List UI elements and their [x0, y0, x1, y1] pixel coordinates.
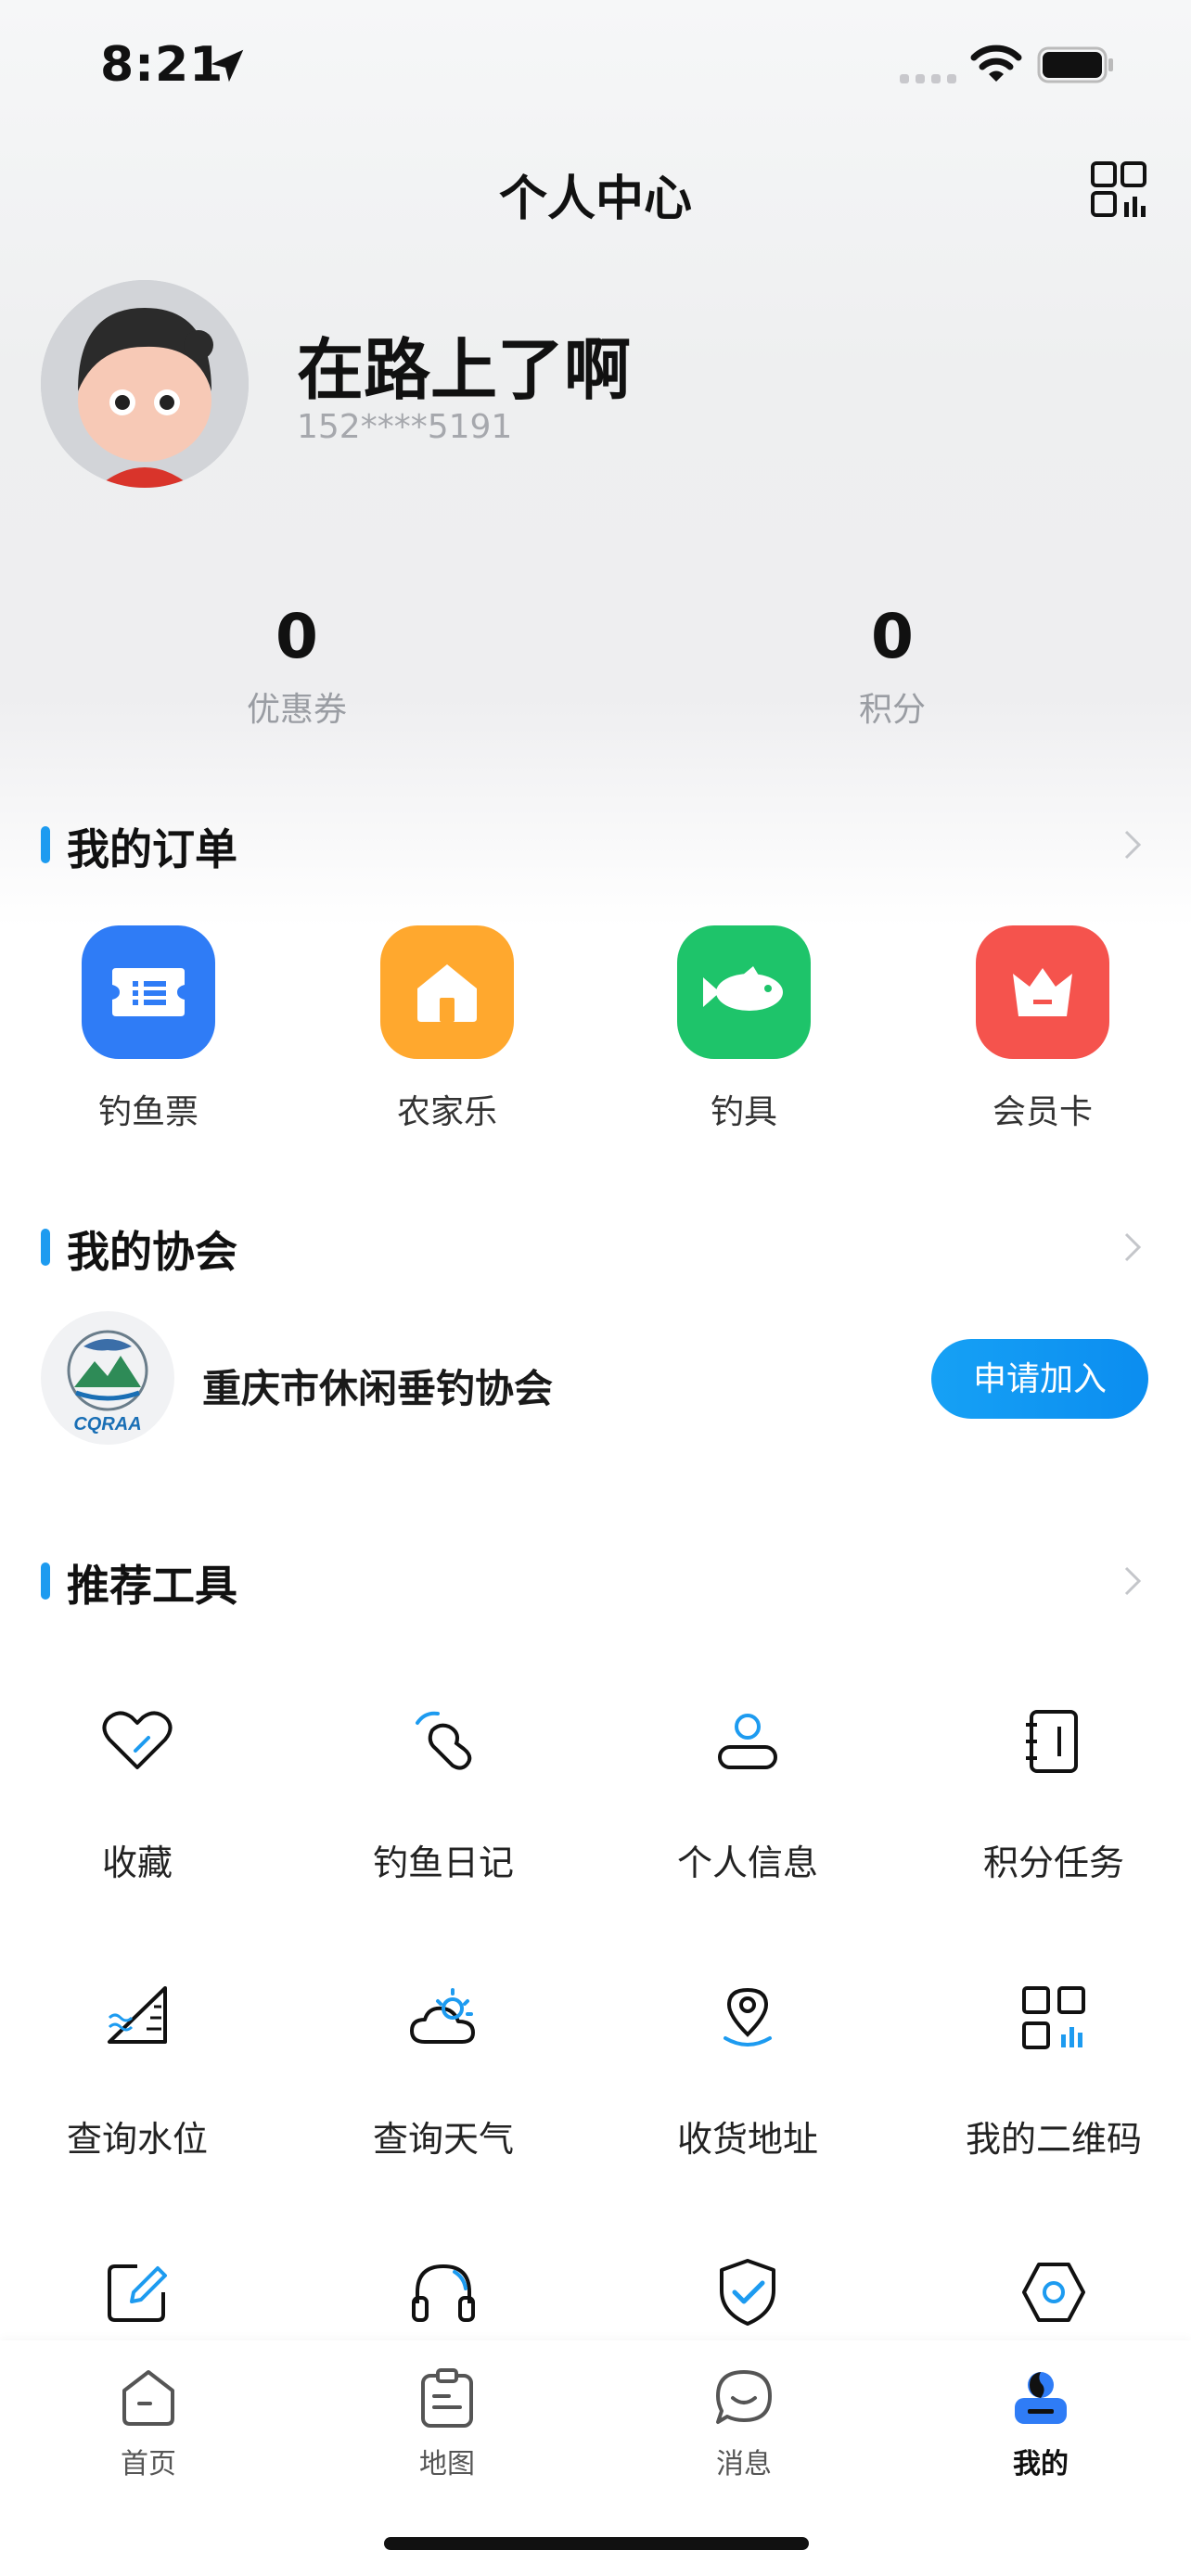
association-name: 重庆市休闲垂钓协会	[202, 1366, 554, 1411]
battery-icon	[1037, 46, 1113, 83]
weather-label: 查询天气	[372, 2119, 514, 2160]
fishing-diary-icon	[416, 1711, 472, 1770]
shield-check-icon	[720, 2259, 775, 2326]
qr-code-button[interactable]	[1091, 161, 1146, 219]
page-title: 个人中心	[498, 172, 692, 227]
username: 在路上了啊	[297, 331, 632, 409]
hexagon-settings-icon	[1022, 2263, 1085, 2322]
shipping-address-label: 收货地址	[676, 2119, 818, 2160]
coupon-count[interactable]: 0	[158, 601, 436, 672]
settings-tool[interactable]	[1017, 2255, 1091, 2333]
notebook-icon	[1026, 1710, 1078, 1773]
house-icon	[417, 964, 477, 1022]
personal-info-label: 个人信息	[676, 1843, 818, 1883]
fishing-diary-tool[interactable]	[406, 1704, 480, 1782]
points-task-label: 积分任务	[982, 1843, 1124, 1883]
points-count[interactable]: 0	[753, 601, 1031, 672]
headphones-icon	[412, 2264, 475, 2322]
section-accent-bar	[41, 1229, 50, 1266]
edit-tool[interactable]	[100, 2255, 174, 2333]
weather-tool[interactable]	[406, 1981, 480, 2059]
water-level-icon	[108, 1986, 167, 2044]
tab-map[interactable]	[416, 2366, 479, 2433]
map-icon	[421, 2368, 473, 2428]
chevron-right-icon[interactable]	[1119, 826, 1146, 863]
fishing-diary-label: 钓鱼日记	[372, 1843, 514, 1883]
tab-home[interactable]	[117, 2366, 180, 2433]
fishing-gear-label: 钓具	[710, 1093, 777, 1131]
edit-icon	[108, 2264, 167, 2322]
message-icon	[716, 2370, 772, 2424]
profile-icon	[1015, 2372, 1067, 2424]
ticket-icon	[112, 968, 185, 1016]
fishing-ticket-button[interactable]	[82, 925, 215, 1059]
user-icon	[718, 1714, 777, 1769]
farm-stay-label: 农家乐	[396, 1093, 497, 1131]
section-accent-bar	[41, 1562, 50, 1600]
orders-section-title: 我的订单	[67, 824, 237, 874]
member-card-button[interactable]	[976, 925, 1109, 1059]
tools-section-title: 推荐工具	[67, 1561, 237, 1611]
wifi-icon	[970, 45, 1022, 82]
fishing-gear-button[interactable]	[677, 925, 811, 1059]
join-association-button[interactable]: 申请加入	[931, 1339, 1148, 1419]
chevron-right-icon[interactable]	[1119, 1229, 1146, 1266]
association-section-title: 我的协会	[67, 1227, 237, 1277]
weather-icon	[410, 1988, 475, 2044]
tab-profile[interactable]	[1009, 2366, 1072, 2433]
personal-info-tool[interactable]	[711, 1704, 785, 1782]
shipping-address-tool[interactable]	[711, 1981, 785, 2059]
tab-map-label[interactable]: 地图	[354, 2441, 540, 2481]
chevron-right-icon[interactable]	[1119, 1562, 1146, 1600]
fishing-ticket-label: 钓鱼票	[97, 1093, 198, 1131]
tab-messages[interactable]	[712, 2366, 775, 2433]
association-logo-text: CQRAA	[73, 1414, 141, 1435]
my-qr-code-label: 我的二维码	[965, 2119, 1142, 2160]
member-card-label: 会员卡	[992, 1093, 1093, 1131]
home-indicator	[384, 2537, 809, 2550]
security-tool[interactable]	[711, 2255, 785, 2333]
water-level-label: 查询水位	[66, 2119, 208, 2160]
tab-messages-label[interactable]: 消息	[651, 2441, 837, 2481]
avatar-image	[41, 280, 249, 488]
points-label[interactable]: 积分	[753, 682, 1031, 731]
avatar[interactable]	[41, 280, 249, 488]
tab-profile-label[interactable]: 我的	[948, 2441, 1133, 2481]
tab-home-label[interactable]: 首页	[56, 2441, 241, 2481]
heart-icon	[102, 1711, 173, 1769]
my-qr-code-tool[interactable]	[1017, 1981, 1091, 2059]
section-accent-bar	[41, 826, 50, 863]
water-level-tool[interactable]	[100, 1981, 174, 2059]
crown-icon	[1013, 968, 1072, 1016]
favorites-tool[interactable]	[100, 1704, 174, 1782]
customer-service-tool[interactable]	[406, 2255, 480, 2333]
fish-icon	[703, 966, 783, 1011]
location-arrow-icon	[211, 49, 244, 83]
points-task-tool[interactable]	[1017, 1704, 1091, 1782]
association-logo: CQRAA	[41, 1311, 174, 1445]
home-icon	[122, 2370, 174, 2426]
signal-icon	[900, 74, 956, 83]
qr-code-icon	[1022, 1986, 1085, 2049]
location-pin-icon	[724, 1987, 772, 2047]
farm-stay-button[interactable]	[380, 925, 514, 1059]
coupon-label[interactable]: 优惠券	[158, 682, 436, 731]
favorites-label: 收藏	[101, 1843, 173, 1883]
phone-number: 152****5191	[297, 408, 513, 446]
